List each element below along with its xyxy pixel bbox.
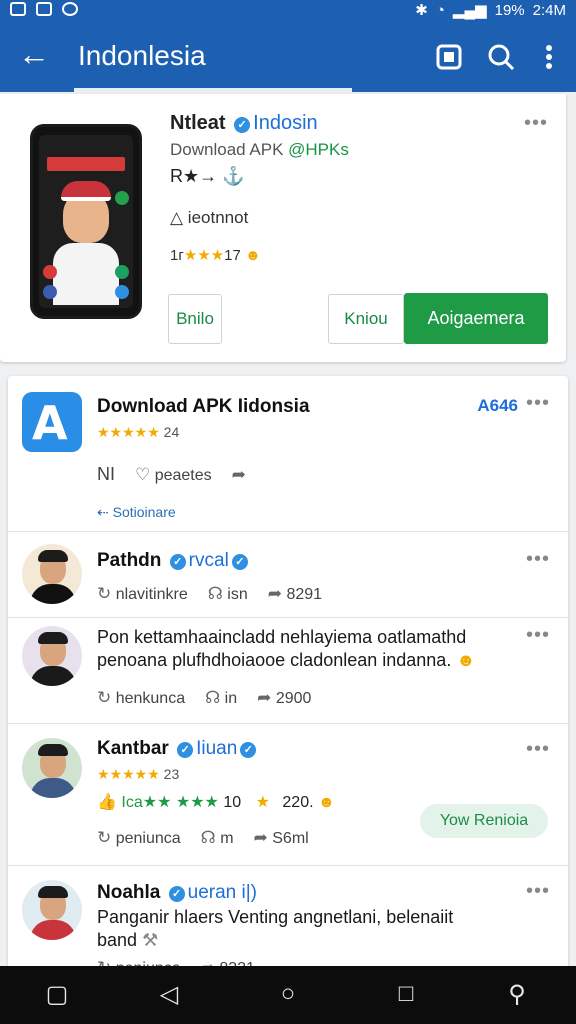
star-icon: ★ [255, 794, 270, 811]
refresh-icon[interactable]: ↻ [97, 688, 111, 707]
hero-secondary-button[interactable]: Bnilo [168, 294, 222, 344]
hero-tertiary-button[interactable]: Kniou [328, 294, 404, 344]
post-actions: ↻ nlavitinkre ☊ isn ➦ 8291 [97, 584, 323, 603]
post-actions: NI ♡ peaetes ➦ [97, 464, 246, 485]
app-name: Download APK Iidonsia [97, 396, 310, 417]
list-item[interactable]: Pathdn ✓ rvcal ✓ ••• ↻ nlavitinkre ☊ isn ➦… [8, 532, 568, 618]
comment-icon[interactable]: ☊ [208, 584, 223, 603]
post-text: Panganir hlaers Venting angnetlani, bele… [97, 907, 454, 950]
comment-icon[interactable]: ☊ [205, 688, 220, 707]
post-text: Pon kettamhaaincladd nehlayiema oatlamat… [97, 627, 476, 670]
status-left-icons [10, 2, 78, 16]
status-bar: ✱ ◔ ▂▄▆ 19% 2:4M [0, 0, 576, 22]
hero-title: Ntleat ✓ Indosin [170, 112, 318, 134]
more-options-icon[interactable]: ••• [526, 738, 550, 761]
more-options-icon[interactable]: ••• [526, 392, 550, 415]
back-arrow-icon[interactable]: ← [18, 38, 50, 70]
hero-warning: △ ieotnnot [170, 208, 249, 227]
follow-pill-button[interactable]: Yow Renioia [420, 804, 548, 838]
app-link[interactable]: ⇠ Sotioinare [97, 504, 176, 521]
refresh-icon[interactable]: ↻ [97, 828, 111, 847]
thumbs-up-icon: 👍 [97, 794, 117, 811]
tabs-icon[interactable] [434, 42, 464, 72]
location-icon [62, 2, 78, 16]
verified-icon: ✓ [240, 742, 257, 758]
share-icon[interactable]: ➦ [254, 828, 268, 847]
list-item[interactable]: Noahla ✓ ueran i|) ••• Panganir hlaers Ve… [8, 866, 568, 976]
camera-icon [36, 2, 52, 16]
wrench-icon: ⚒ [142, 930, 159, 950]
avatar[interactable] [22, 544, 82, 604]
battery-level: 19% [494, 1, 525, 19]
reply-icon: ⇠ [97, 504, 109, 520]
profile-icon[interactable]: ⚲ [502, 980, 532, 1009]
app-count: A646 [477, 396, 518, 415]
verified-icon: ✓ [169, 554, 186, 570]
app-rating: ★★★★★ 24 [97, 424, 180, 440]
avatar[interactable] [22, 880, 82, 940]
user-name: Pathdn ✓ rvcal ✓ [97, 550, 251, 572]
page-title: Indonlesia [78, 40, 206, 71]
status-time: 2:4M [532, 1, 566, 19]
share-icon[interactable]: ➦ [268, 584, 282, 603]
status-right: ✱ ◔ ▂▄▆ 19% 2:4M [415, 1, 566, 20]
notification-icon [10, 2, 26, 16]
app-bar: ← Indonlesia [0, 22, 576, 92]
hero-subtitle: Download APK @HPKs [170, 140, 349, 159]
feed-card: A Download APK Iidonsia A646 ••• ★★★★★ 2… [8, 376, 568, 976]
app-hero-card: Ntleat ✓ Indosin Download APK @HPKs R★→ ⚓… [0, 94, 566, 362]
like-icon[interactable]: ♡ [135, 465, 150, 484]
more-options-icon[interactable]: ••• [526, 548, 550, 571]
list-item[interactable]: Pon kettamhaaincladd nehlayiema oatlamat… [8, 618, 568, 724]
user-name: Noahla ✓ ueran i|) [97, 882, 257, 903]
verified-icon: ✓ [168, 886, 185, 902]
avatar[interactable] [22, 738, 82, 798]
user-name: Kantbar ✓ Iiuan ✓ [97, 738, 259, 760]
overflow-menu-icon[interactable] [534, 42, 564, 72]
tab-indicator [74, 88, 352, 92]
app-logo: A [22, 392, 82, 452]
bluetooth-icon: ✱ [415, 2, 428, 19]
reaction-label: NI [97, 464, 115, 484]
reaction-text: peaetes [154, 466, 212, 484]
recent-apps-icon[interactable]: ▢ [42, 980, 72, 1009]
system-nav-bar: ▢ ◁ ○ □ ⚲ [0, 966, 576, 1024]
overview-icon[interactable]: □ [391, 980, 421, 1008]
verified-icon: ✓ [231, 554, 248, 570]
user-rating: ★★★★★ 23 [97, 766, 180, 782]
signal-icon: ▂▄▆ [452, 2, 487, 19]
home-icon[interactable]: ○ [273, 980, 303, 1008]
more-options-icon[interactable]: ••• [526, 880, 550, 903]
hero-meta: R★→ ⚓ [170, 166, 245, 186]
search-icon[interactable] [486, 42, 516, 72]
more-options-icon[interactable]: ••• [526, 624, 550, 647]
share-icon[interactable]: ➦ [257, 688, 271, 707]
more-options-icon[interactable]: ••• [524, 112, 548, 135]
emoji-icon: ☻ [456, 650, 476, 670]
list-item[interactable]: Kantbar ✓ Iiuan ✓ ••• ★★★★★ 23 👍 Ica★★ ★★★… [8, 724, 568, 866]
verified-icon: ✓ [234, 117, 251, 133]
install-button[interactable]: Aoigaemera [404, 293, 548, 344]
verified-icon: ✓ [177, 742, 194, 758]
rating-badge: 👍 Ica★★ ★★★ 10 ★ 220. ☻ [97, 794, 335, 811]
comment-icon[interactable]: ☊ [201, 828, 216, 847]
app-screenshot-image [30, 124, 142, 319]
emoji-icon: ☻ [245, 247, 261, 264]
avatar[interactable] [22, 626, 82, 686]
post-actions: ↻ henkunca ☊ in ➦ 2900 [97, 688, 312, 707]
back-icon[interactable]: ◁ [154, 980, 184, 1009]
hero-rating: 1г★★★17 ☻ [170, 247, 261, 264]
wifi-icon: ◔ [435, 1, 445, 19]
list-item[interactable]: A Download APK Iidonsia A646 ••• ★★★★★ 2… [8, 376, 568, 532]
post-actions: ↻ peniunca ☊ m ➦ S6ml [97, 828, 309, 847]
share-icon[interactable]: ➦ [232, 465, 246, 485]
emoji-icon: ☻ [317, 794, 335, 811]
refresh-icon[interactable]: ↻ [97, 584, 111, 603]
